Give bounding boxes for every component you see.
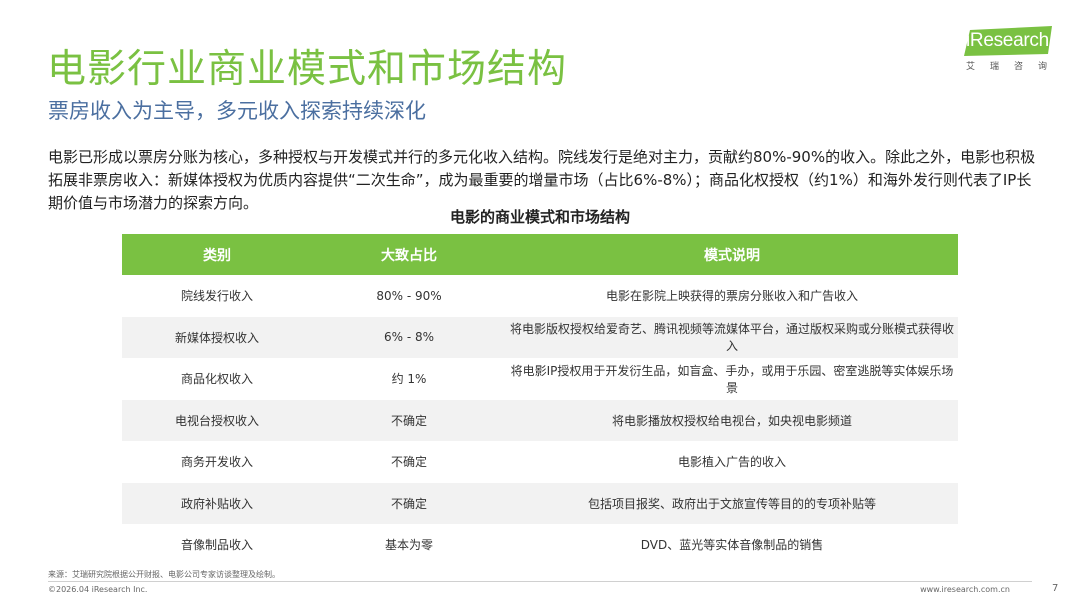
cell-description: 电影在影院上映获得的票房分账收入和广告收入 xyxy=(605,289,858,304)
cell-category: 电视台授权收入 xyxy=(122,399,312,441)
header-share: 大致占比 xyxy=(312,234,506,275)
page-title: 电影行业商业模式和市场结构 xyxy=(47,47,568,92)
cell-share: 不确定 xyxy=(312,399,506,441)
cell-share: 基本为零 xyxy=(384,538,433,553)
table-row: 新媒体授权收入 6% - 8% 将电影版权授权给爱奇艺、腾讯视频等流媒体平台，通… xyxy=(122,316,958,358)
cell-category: 院线发行收入 xyxy=(180,289,253,304)
page-subtitle: 票房收入为主导，多元收入探索持续深化 xyxy=(48,99,426,123)
cell-category: 商品化权收入 xyxy=(180,372,253,387)
header-category: 类别 xyxy=(122,234,312,275)
cell-share: 约 1% xyxy=(391,372,427,387)
table-row: 商务开发收入 不确定 电影植入广告的收入 xyxy=(122,441,958,483)
cell-share: 不确定 xyxy=(312,482,506,524)
table-row: 音像制品收入 基本为零 DVD、蓝光等实体音像制品的销售 xyxy=(122,524,958,566)
copyright-text: ©2026.04 iResearch Inc. xyxy=(48,585,148,594)
table-row: 政府补贴收入 不确定 包括项目报奖、政府出于文旅宣传等目的的专项补贴等 xyxy=(122,482,958,524)
intro-paragraph: 电影已形成以票房分账为核心，多种授权与开发模式并行的多元化收入结构。院线发行是绝… xyxy=(48,148,1036,212)
logo-cn-text: 艾瑞咨询 xyxy=(966,62,1063,72)
business-model-table: 类别 大致占比 模式说明 院线发行收入 80% - 90% 电影在影院上映获得的… xyxy=(122,234,958,566)
cell-description: DVD、蓝光等实体音像制品的销售 xyxy=(640,538,824,553)
cell-description: 将电影播放权授权给电视台，如央视电影频道 xyxy=(506,399,958,441)
cell-category: 新媒体授权收入 xyxy=(122,316,312,358)
cell-category: 音像制品收入 xyxy=(180,538,253,553)
website-link[interactable]: www.iresearch.com.cn xyxy=(920,585,1010,594)
page-number: 7 xyxy=(1052,583,1059,594)
cell-category: 政府补贴收入 xyxy=(122,482,312,524)
table-row: 院线发行收入 80% - 90% 电影在影院上映获得的票房分账收入和广告收入 xyxy=(122,275,958,317)
table-row: 电视台授权收入 不确定 将电影播放权授权给电视台，如央视电影频道 xyxy=(122,399,958,441)
cell-share: 6% - 8% xyxy=(312,316,506,358)
cell-description: 电影植入广告的收入 xyxy=(677,455,786,470)
header-description: 模式说明 xyxy=(506,234,958,275)
cell-category: 商务开发收入 xyxy=(180,455,253,470)
footer-divider xyxy=(48,581,1032,582)
cell-description: 将电影IP授权用于开发衍生品，如盲盒、手办，或用于乐园、密室逃脱等实体娱乐场景 xyxy=(510,363,954,395)
source-note: 来源：艾瑞研究院根据公开财报、电影公司专家访谈整理及绘制。 xyxy=(48,570,280,579)
table-row: 商品化权收入 约 1% 将电影IP授权用于开发衍生品，如盲盒、手办，或用于乐园、… xyxy=(122,358,958,400)
cell-description: 包括项目报奖、政府出于文旅宣传等目的的专项补贴等 xyxy=(506,482,958,524)
logo-text: iResearch xyxy=(966,30,1049,51)
cell-share: 不确定 xyxy=(390,455,427,470)
cell-share: 80% - 90% xyxy=(376,288,442,303)
iresearch-logo: iResearch 艾瑞咨询 xyxy=(958,26,1054,74)
table-title: 电影的商业模式和市场结构 xyxy=(449,208,630,226)
cell-description: 将电影版权授权给爱奇艺、腾讯视频等流媒体平台，通过版权采购或分账模式获得收入 xyxy=(506,316,958,358)
table-header-row: 类别 大致占比 模式说明 xyxy=(122,234,958,275)
